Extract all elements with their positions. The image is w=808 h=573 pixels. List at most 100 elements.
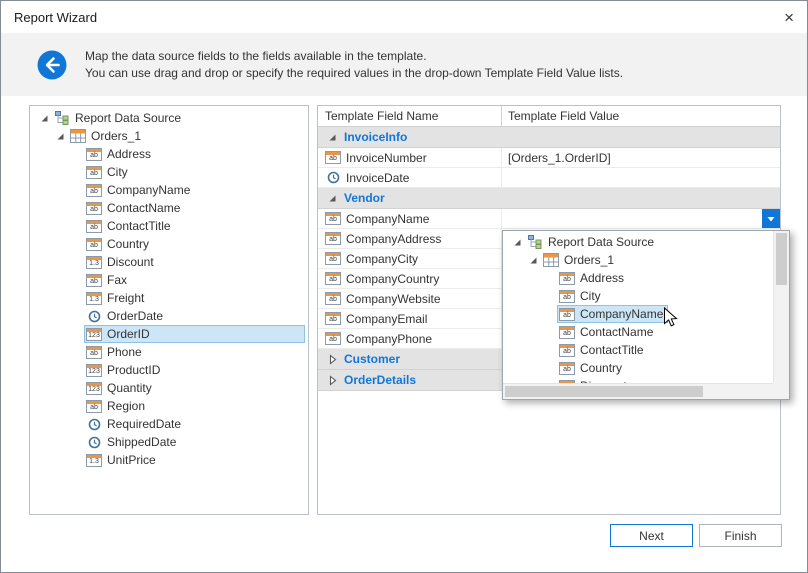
- date-field-icon: [86, 417, 102, 431]
- field-name-cell[interactable]: abCompanyWebsite: [318, 289, 502, 308]
- tree-item-region[interactable]: abRegion: [30, 397, 308, 415]
- tree-item-companyname[interactable]: abCompanyName: [30, 181, 308, 199]
- indent-spacer: [68, 290, 84, 306]
- tree-item-freight[interactable]: 1.3Freight: [30, 289, 308, 307]
- popup-item-contacttitle[interactable]: abContactTitle: [503, 341, 773, 359]
- tree-item-contactname[interactable]: abContactName: [30, 199, 308, 217]
- popup-item-companyname[interactable]: abCompanyName: [503, 305, 773, 323]
- date-field-icon: [325, 171, 341, 185]
- field-name-cell[interactable]: abCompanyName: [318, 209, 502, 228]
- field-value-dropdown-popup: Report Data SourceOrders_1abAddressabCit…: [502, 230, 790, 400]
- tree-node-content: 1.3Freight: [84, 289, 305, 307]
- back-button[interactable]: [37, 50, 67, 80]
- tree-item-report-data-source[interactable]: Report Data Source: [30, 109, 308, 127]
- expand-open-icon[interactable]: [36, 110, 52, 126]
- popup-item-orders-1[interactable]: Orders_1: [503, 251, 773, 269]
- expand-closed-icon[interactable]: [325, 373, 339, 387]
- text-field-icon: ab: [325, 332, 341, 345]
- decimal-field-icon: 1.3: [86, 256, 102, 269]
- next-button[interactable]: Next: [610, 524, 693, 547]
- horizontal-scrollbar-thumb[interactable]: [505, 386, 703, 397]
- title-bar[interactable]: Report Wizard ×: [1, 1, 807, 33]
- icon-glyph: ab: [87, 152, 101, 160]
- tree-item-quantity[interactable]: 123Quantity: [30, 379, 308, 397]
- tree-item-city[interactable]: abCity: [30, 163, 308, 181]
- tree-node-content: abCity: [84, 163, 305, 181]
- expand-open-icon[interactable]: [509, 234, 525, 250]
- column-header-template-field-name[interactable]: Template Field Name: [318, 106, 502, 126]
- tree-node-label: RequiredDate: [107, 417, 181, 431]
- expand-closed-icon[interactable]: [325, 352, 339, 366]
- popup-item-city[interactable]: abCity: [503, 287, 773, 305]
- date-field-icon: [86, 435, 102, 449]
- expand-open-icon[interactable]: [325, 130, 339, 144]
- group-row-invoiceinfo[interactable]: InvoiceInfo: [318, 127, 780, 148]
- finish-button[interactable]: Finish: [699, 524, 782, 547]
- tree-node-content: abCity: [557, 287, 606, 305]
- text-field-icon: ab: [86, 184, 102, 197]
- field-name-cell[interactable]: abCompanyPhone: [318, 329, 502, 348]
- tree-node-label: Region: [107, 399, 145, 413]
- field-name-label: CompanyCity: [346, 252, 418, 266]
- field-name-cell[interactable]: ab CompanyEmail: [318, 309, 502, 328]
- tree-item-productid[interactable]: 123ProductID: [30, 361, 308, 379]
- text-field-icon: ab: [325, 312, 341, 325]
- field-value-cell[interactable]: [502, 168, 780, 187]
- icon-glyph: ab: [560, 330, 574, 338]
- tree-item-address[interactable]: abAddress: [30, 145, 308, 163]
- tree-item-fax[interactable]: abFax: [30, 271, 308, 289]
- column-header-template-field-value[interactable]: Template Field Value: [502, 106, 780, 126]
- field-name-label: CompanyEmail: [346, 312, 427, 326]
- close-button[interactable]: ×: [784, 9, 794, 26]
- expand-open-icon[interactable]: [325, 191, 339, 205]
- field-name-cell[interactable]: abCompanyAddress: [318, 229, 502, 248]
- popup-item-contactname[interactable]: abContactName: [503, 323, 773, 341]
- tree-node-label: OrderID: [107, 327, 150, 341]
- tree-item-unitprice[interactable]: 1.3UnitPrice: [30, 451, 308, 469]
- header-text: Map the data source fields to the fields…: [85, 48, 623, 82]
- popup-item-country[interactable]: abCountry: [503, 359, 773, 377]
- horizontal-scrollbar[interactable]: [503, 383, 773, 399]
- tree-item-orders-1[interactable]: Orders_1: [30, 127, 308, 145]
- tree-node-label: City: [580, 289, 601, 303]
- field-name-cell[interactable]: abCompanyCountry: [318, 269, 502, 288]
- indent-spacer: [541, 288, 557, 304]
- tree-item-contacttitle[interactable]: abContactTitle: [30, 217, 308, 235]
- tree-node-content: abFax: [84, 271, 305, 289]
- tree-node-content: abCompanyName: [557, 305, 668, 323]
- tree-item-shippeddate[interactable]: ShippedDate: [30, 433, 308, 451]
- tree-node-label: CompanyName: [580, 307, 663, 321]
- field-name-cell[interactable]: InvoiceDate: [318, 168, 502, 187]
- icon-glyph: ab: [87, 188, 101, 196]
- tree-node-content: 1.3Discount: [84, 253, 305, 271]
- tree-item-phone[interactable]: abPhone: [30, 343, 308, 361]
- dropdown-button[interactable]: [762, 209, 780, 228]
- vertical-scrollbar[interactable]: [773, 231, 789, 383]
- field-value-cell[interactable]: [Orders_1.OrderID]: [502, 148, 780, 167]
- group-row-vendor[interactable]: Vendor: [318, 188, 780, 209]
- icon-glyph: 123: [87, 332, 101, 340]
- icon-glyph: 123: [87, 368, 101, 376]
- field-name-cell[interactable]: abCompanyCity: [318, 249, 502, 268]
- field-name-label: InvoiceNumber: [346, 151, 427, 165]
- tree-node-content: abCountry: [557, 359, 627, 377]
- field-name-cell[interactable]: abInvoiceNumber: [318, 148, 502, 167]
- tree-item-country[interactable]: abCountry: [30, 235, 308, 253]
- popup-item-report-data-source[interactable]: Report Data Source: [503, 233, 773, 251]
- tree-node-content: ShippedDate: [84, 433, 305, 451]
- field-value-cell[interactable]: [502, 209, 780, 228]
- icon-glyph: 123: [87, 386, 101, 394]
- expand-open-icon[interactable]: [52, 128, 68, 144]
- text-field-icon: ab: [86, 274, 102, 287]
- indent-spacer: [68, 344, 84, 360]
- icon-glyph: ab: [326, 276, 340, 284]
- indent-spacer: [68, 434, 84, 450]
- tree-item-discount[interactable]: 1.3Discount: [30, 253, 308, 271]
- tree-item-requireddate[interactable]: RequiredDate: [30, 415, 308, 433]
- popup-item-address[interactable]: abAddress: [503, 269, 773, 287]
- tree-item-orderdate[interactable]: OrderDate: [30, 307, 308, 325]
- expand-open-icon[interactable]: [525, 252, 541, 268]
- vertical-scrollbar-thumb[interactable]: [776, 233, 787, 285]
- report-data-source-tree: Report Data SourceOrders_1abAddressabCit…: [29, 105, 309, 515]
- tree-item-orderid[interactable]: 123 OrderID: [30, 325, 308, 343]
